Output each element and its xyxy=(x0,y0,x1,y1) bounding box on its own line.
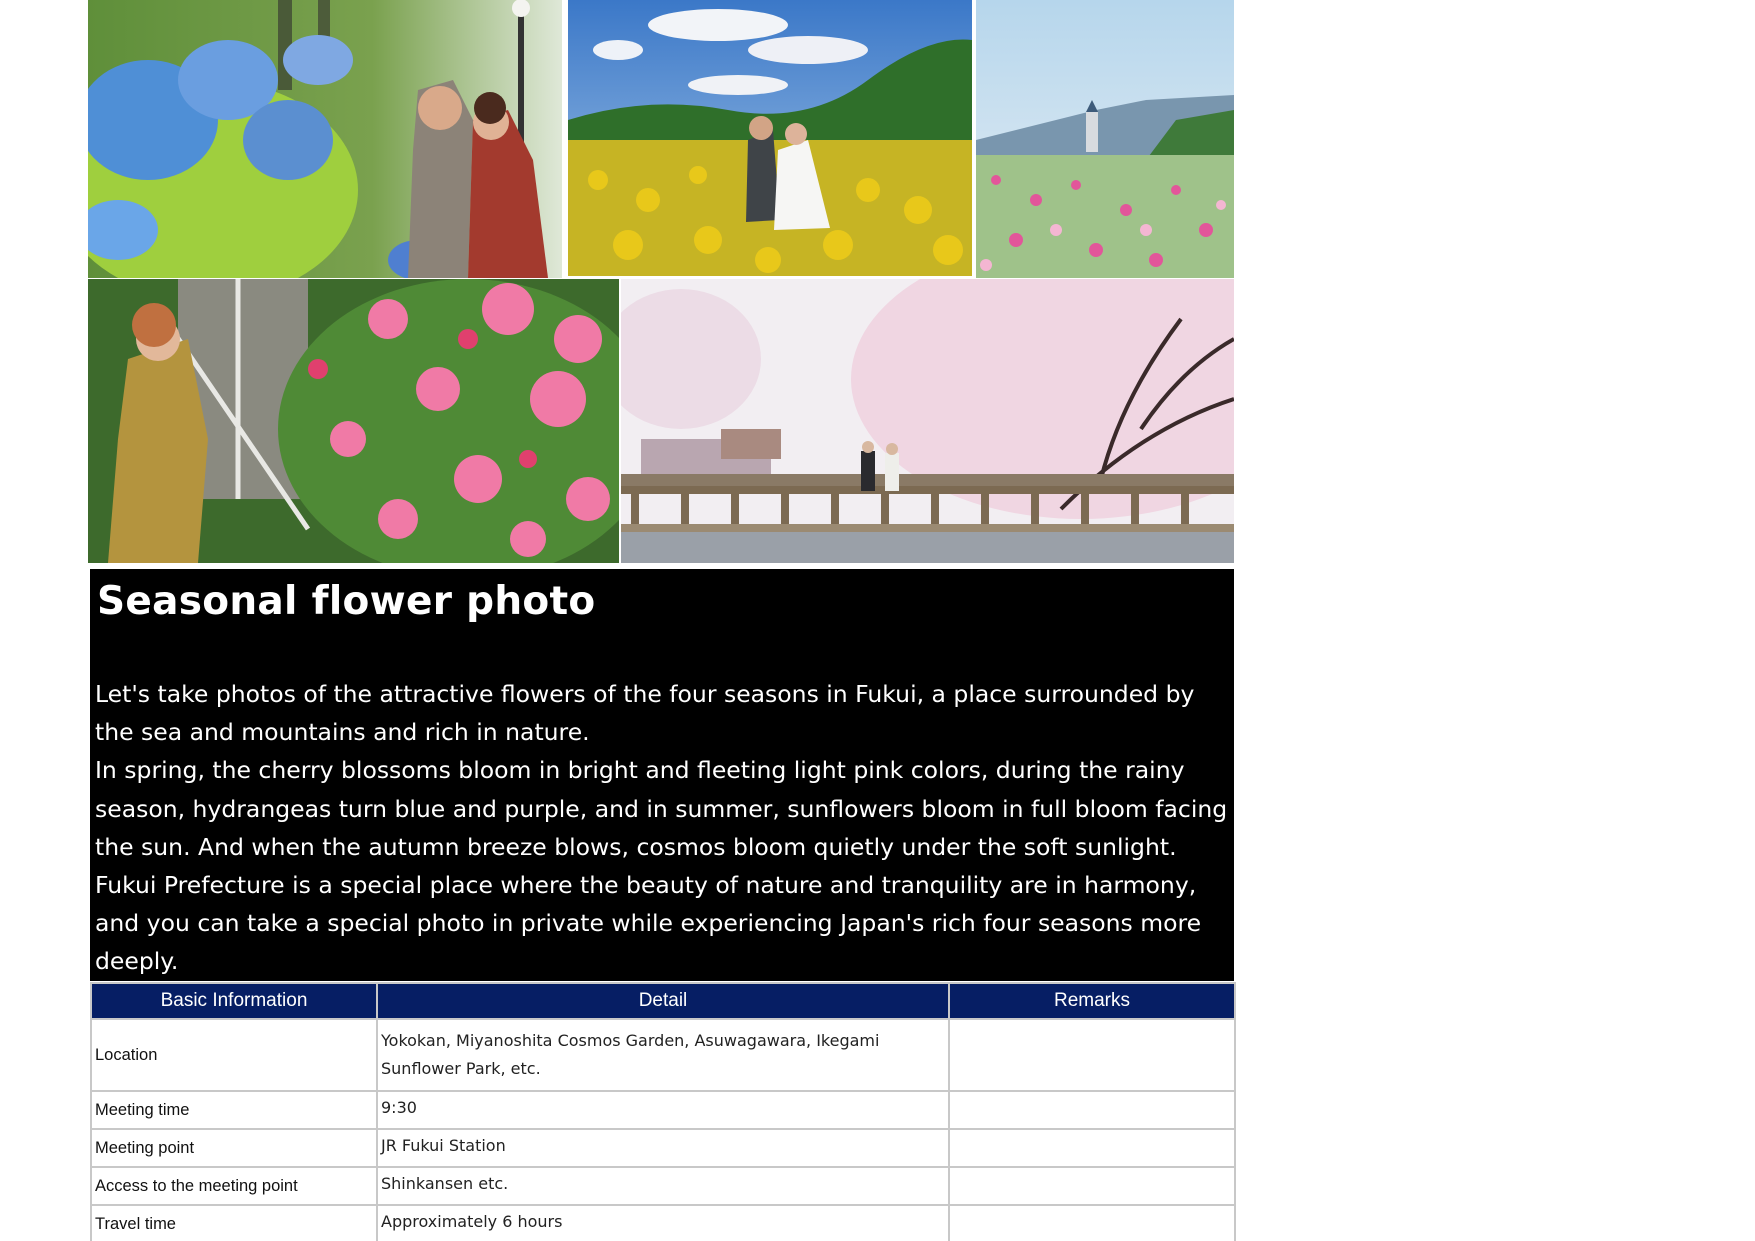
section-title: Seasonal flower photo xyxy=(97,579,596,624)
row-detail: Yokokan, Miyanoshita Cosmos Garden, Asuw… xyxy=(376,1018,950,1092)
row-remarks xyxy=(948,1166,1236,1206)
description-text: Let's take photos of the attractive flow… xyxy=(95,675,1231,981)
table-row: Meeting time 9:30 xyxy=(90,1090,1236,1130)
table-row: Meeting point JR Fukui Station xyxy=(90,1128,1236,1168)
cherry-blossom-bridge-photo xyxy=(621,279,1234,563)
row-label: Meeting point xyxy=(90,1128,378,1168)
description-block: Seasonal flower photo Let's take photos … xyxy=(90,569,1234,981)
row-label: Meeting time xyxy=(90,1090,378,1130)
basic-info-table: Basic Information Detail Remarks Locatio… xyxy=(90,982,1236,1241)
hydrangea-couple-photo xyxy=(88,0,562,278)
row-label: Access to the meeting point xyxy=(90,1166,378,1206)
row-label: Travel time xyxy=(90,1204,378,1241)
row-label: Location xyxy=(90,1018,378,1092)
sunflower-couple-photo xyxy=(568,0,972,276)
table-row: Travel time Approximately 6 hours xyxy=(90,1204,1236,1241)
page: Seasonal flower photo Let's take photos … xyxy=(0,0,1755,1241)
header-detail: Detail xyxy=(376,982,950,1020)
row-detail: Shinkansen etc. xyxy=(376,1166,950,1206)
table-row: Location Yokokan, Miyanoshita Cosmos Gar… xyxy=(90,1018,1236,1092)
cosmos-field-photo xyxy=(976,0,1234,278)
description-paragraph: Let's take photos of the attractive flow… xyxy=(95,680,1195,747)
row-detail: Approximately 6 hours xyxy=(376,1204,950,1241)
header-basic-information: Basic Information xyxy=(90,982,378,1020)
row-detail: JR Fukui Station xyxy=(376,1128,950,1168)
table-row: Access to the meeting point Shinkansen e… xyxy=(90,1166,1236,1206)
row-remarks xyxy=(948,1018,1236,1092)
rose-garden-photo xyxy=(88,279,619,563)
row-detail: 9:30 xyxy=(376,1090,950,1130)
header-remarks: Remarks xyxy=(948,982,1236,1020)
row-remarks xyxy=(948,1090,1236,1130)
row-remarks xyxy=(948,1204,1236,1241)
row-remarks xyxy=(948,1128,1236,1168)
description-paragraph: In spring, the cherry blossoms bloom in … xyxy=(95,756,1228,861)
table-header-row: Basic Information Detail Remarks xyxy=(90,982,1236,1020)
description-paragraph: Fukui Prefecture is a special place wher… xyxy=(95,871,1202,976)
